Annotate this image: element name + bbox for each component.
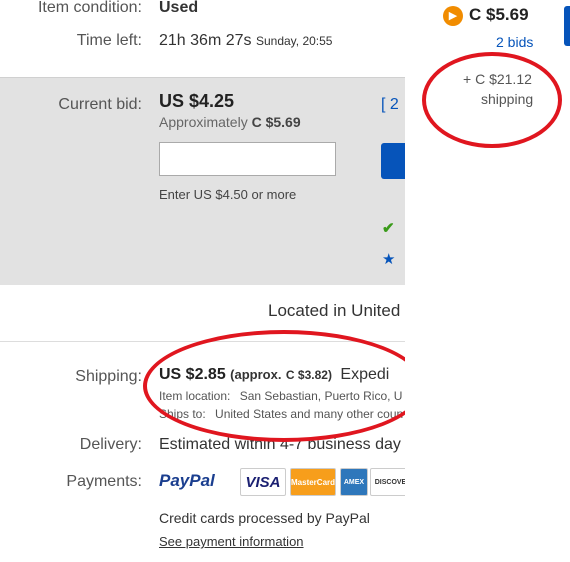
approx-value: C $5.69 (251, 114, 301, 130)
discover-card-icon: DISCOVER (370, 468, 405, 496)
delivery-label: Delivery: (79, 436, 142, 453)
approx-price: Approximately C $5.69 (159, 114, 301, 130)
star-icon: ★ (382, 251, 396, 268)
current-bid-label: Current bid: (58, 96, 142, 113)
bid-amount-input[interactable] (159, 142, 336, 176)
time-left-countdown: 21h 36m 27s (159, 32, 252, 49)
amex-card-icon: AMEX (340, 468, 368, 496)
item-condition-label: Item condition: (37, 0, 142, 16)
sidebar-summary: ▶ C $5.69 2 bids + C $21.12 shipping (405, 0, 570, 562)
credit-note: Credit cards processed by PayPal (159, 510, 370, 526)
check-icon: ✔ (382, 220, 395, 237)
time-left-end: Sunday, 20:55 (255, 34, 333, 48)
paypal-logo: PayPal (159, 471, 215, 490)
shipping-label: Shipping: (75, 368, 142, 385)
place-bid-button[interactable] (381, 143, 405, 179)
approx-prefix: Approximately (159, 114, 248, 130)
payments-label: Payments: (66, 473, 142, 490)
bid-badge-icon: ▶ (443, 6, 463, 26)
time-left-value: 21h 36m 27s Sunday, 20:55 (159, 32, 332, 50)
bid-hint: Enter US $4.50 or more (159, 187, 297, 202)
item-condition-value: Used (159, 0, 199, 16)
current-bid-value: US $4.25 (159, 91, 235, 111)
bid-history-link[interactable]: [ 2 (381, 96, 399, 114)
sidebar-action-button[interactable] (564, 6, 570, 46)
highlight-circle-shipping (143, 330, 405, 442)
time-left-label: Time left: (76, 32, 142, 49)
sidebar-bids-link[interactable]: 2 bids (496, 34, 533, 50)
mastercard-icon: MasterCard (290, 468, 336, 496)
located-text: Located in United (268, 301, 401, 320)
see-payment-info-link[interactable]: See payment information (159, 534, 304, 549)
sidebar-price: C $5.69 (469, 5, 529, 24)
listing-panel: Item condition: Used Time left: 21h 36m … (0, 0, 405, 562)
visa-card-icon: VISA (240, 468, 286, 496)
highlight-circle-sidebar-shipping (422, 52, 562, 148)
location-bar: Located in United (0, 285, 405, 342)
